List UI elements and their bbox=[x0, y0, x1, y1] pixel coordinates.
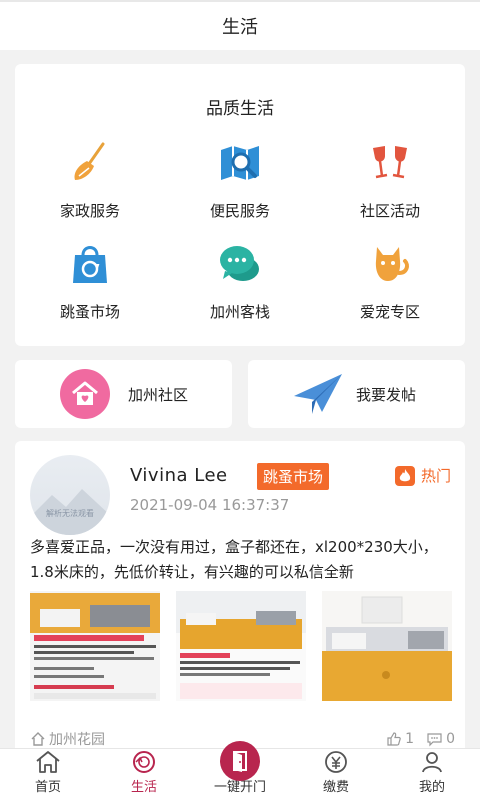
payment-icon bbox=[324, 749, 348, 774]
location-label: 加州花园 bbox=[49, 732, 105, 748]
post-photo-3[interactable] bbox=[322, 591, 452, 701]
tab-label: 生活 bbox=[130, 780, 157, 795]
hot-label: 热门 bbox=[420, 467, 451, 485]
like-button[interactable]: 1 bbox=[386, 731, 414, 747]
tab-payment[interactable]: 缴费 bbox=[288, 749, 384, 800]
post-photo-1[interactable] bbox=[30, 591, 160, 701]
comment-button[interactable]: 0 bbox=[426, 731, 455, 747]
broom-icon bbox=[67, 140, 113, 186]
shopping-bag-icon bbox=[67, 241, 113, 287]
service-community-activity[interactable]: 社区活动 bbox=[315, 140, 465, 221]
section-title: 品质生活 bbox=[206, 99, 274, 119]
avatar-watermark: 解析无法观看 bbox=[46, 509, 94, 518]
post-time: 2021-09-04 16:37:37 bbox=[130, 496, 290, 514]
post-text: 多喜爱正品，一次没有用过，盒子都还在，xl200*230大小，1.8米床的，先低… bbox=[30, 538, 438, 581]
service-pet-zone[interactable]: 爱宠专区 bbox=[315, 241, 465, 322]
record-disc-icon bbox=[132, 749, 156, 774]
tab-label: 我的 bbox=[418, 780, 445, 795]
map-search-icon bbox=[217, 140, 263, 186]
service-label: 社区活动 bbox=[359, 202, 420, 220]
service-hotel[interactable]: 加州客栈 bbox=[165, 241, 315, 322]
new-post-card[interactable]: 我要发帖 bbox=[248, 360, 465, 428]
top-bar: 生活 bbox=[0, 0, 480, 50]
service-label: 便民服务 bbox=[209, 202, 270, 220]
service-label: 家政服务 bbox=[59, 202, 120, 220]
post-location[interactable]: 加州花园 bbox=[30, 729, 105, 749]
avatar[interactable]: 解析无法观看 bbox=[30, 455, 110, 535]
tab-open-door[interactable]: 一键开门 bbox=[192, 741, 288, 800]
chat-bubbles-icon bbox=[217, 241, 263, 287]
post-card[interactable]: 解析无法观看 Vivina Lee 2021-09-04 16:37:37 跳蚤… bbox=[15, 441, 465, 771]
home-icon bbox=[35, 749, 61, 774]
like-count: 1 bbox=[405, 731, 415, 747]
service-housekeeping[interactable]: 家政服务 bbox=[15, 140, 165, 221]
comment-icon bbox=[427, 733, 442, 747]
service-label: 跳蚤市场 bbox=[59, 303, 120, 321]
tab-life[interactable]: 生活 bbox=[96, 749, 192, 800]
community-label: 加州社区 bbox=[128, 385, 189, 404]
bottom-tab-bar: 首页 生活 一键开门 缴费 我的 bbox=[0, 741, 480, 800]
service-label: 爱宠专区 bbox=[359, 303, 420, 321]
new-post-label: 我要发帖 bbox=[356, 385, 417, 404]
hot-badge: 热门 bbox=[394, 465, 451, 486]
post-photos bbox=[30, 591, 452, 701]
wine-glasses-icon bbox=[367, 140, 413, 186]
home-outline-icon bbox=[31, 732, 45, 746]
paper-plane-icon bbox=[292, 372, 344, 416]
thumbs-up-icon bbox=[387, 732, 401, 746]
tab-label: 缴费 bbox=[322, 780, 349, 795]
quality-life-card: 品质生活 家政服务 便民服务 社区活动 跳蚤市场 加州客栈 爱宠专区 bbox=[15, 64, 465, 346]
door-icon bbox=[220, 741, 260, 781]
tab-mine[interactable]: 我的 bbox=[384, 749, 480, 800]
community-card[interactable]: 加州社区 bbox=[15, 360, 232, 428]
tab-label: 首页 bbox=[34, 780, 61, 795]
user-icon bbox=[420, 749, 444, 774]
tab-home[interactable]: 首页 bbox=[0, 749, 96, 800]
comment-count: 0 bbox=[446, 731, 455, 747]
page-title: 生活 bbox=[222, 17, 258, 38]
house-heart-icon bbox=[60, 369, 110, 419]
service-label: 加州客栈 bbox=[209, 303, 270, 321]
category-tag[interactable]: 跳蚤市场 bbox=[257, 463, 330, 490]
service-convenience[interactable]: 便民服务 bbox=[165, 140, 315, 221]
post-username[interactable]: Vivina Lee bbox=[130, 465, 228, 486]
cat-icon bbox=[367, 241, 413, 287]
service-flea-market[interactable]: 跳蚤市场 bbox=[15, 241, 165, 322]
fire-icon bbox=[394, 465, 415, 486]
post-photo-2[interactable] bbox=[176, 591, 306, 701]
